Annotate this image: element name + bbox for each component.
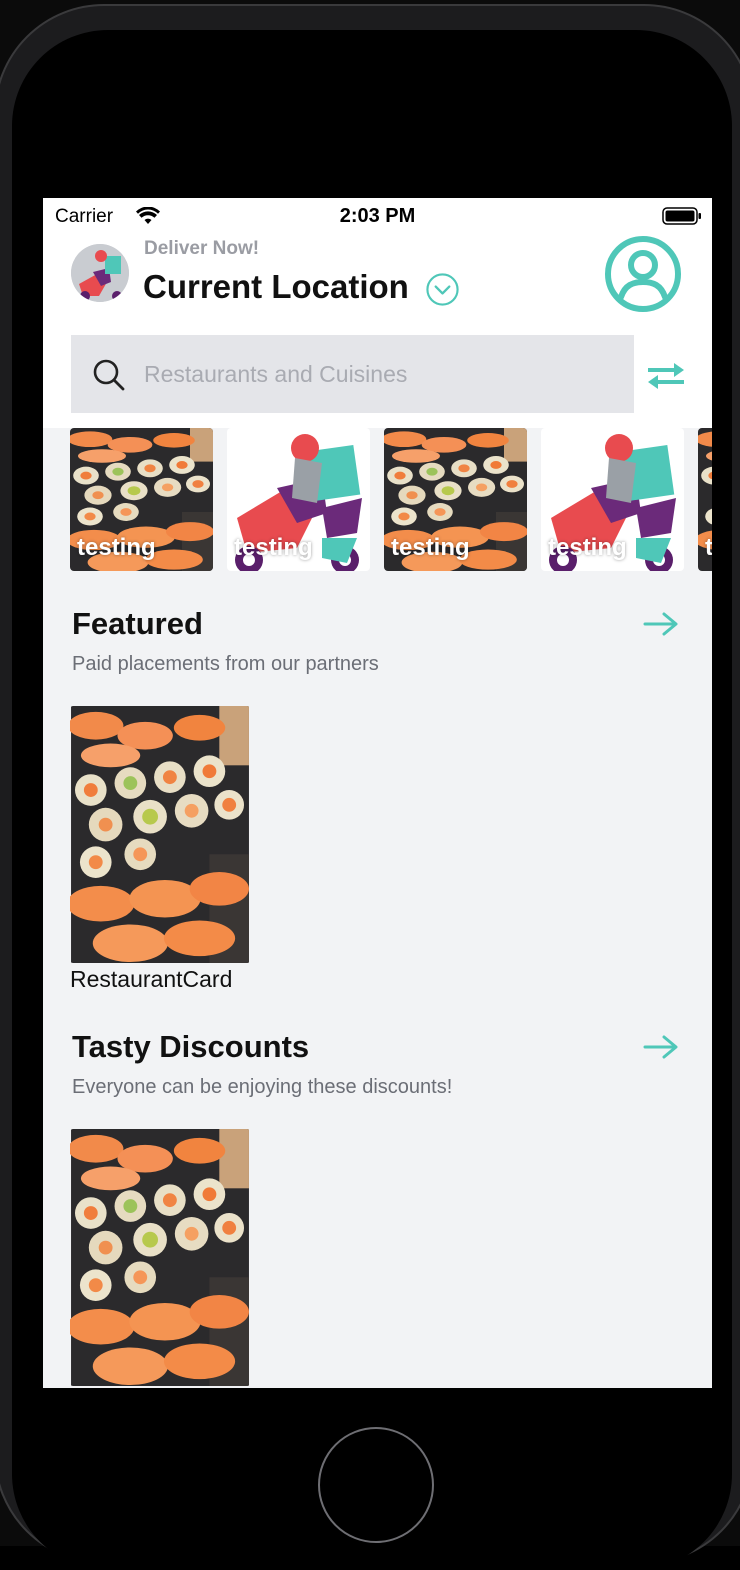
home-button[interactable] bbox=[318, 1427, 434, 1543]
battery-icon bbox=[662, 207, 701, 225]
header: Carrier 2:03 PM Deliver Now! Current Loc… bbox=[43, 198, 712, 428]
promo-tile[interactable]: testing bbox=[227, 428, 370, 571]
section-title-discounts: Tasty Discounts bbox=[72, 1029, 310, 1064]
promo-carousel[interactable]: testing testing testing testing testing bbox=[70, 428, 712, 572]
section-title-featured: Featured bbox=[72, 606, 203, 641]
status-bar: Carrier 2:03 PM bbox=[43, 198, 712, 234]
promo-tile-label: testing bbox=[548, 534, 627, 561]
search-input[interactable]: Restaurants and Cuisines bbox=[71, 335, 634, 413]
section-subtitle-featured: Paid placements from our partners bbox=[72, 653, 379, 675]
swap-icon[interactable] bbox=[646, 361, 686, 391]
promo-tile-label: testing bbox=[391, 534, 470, 561]
section-subtitle-discounts: Everyone can be enjoying these discounts… bbox=[72, 1076, 453, 1098]
promo-tile[interactable]: testing bbox=[698, 428, 712, 571]
restaurant-card-image[interactable] bbox=[70, 706, 250, 963]
promo-tile[interactable]: testing bbox=[384, 428, 527, 571]
current-location-label[interactable]: Current Location bbox=[143, 268, 409, 306]
promo-tile[interactable]: testing bbox=[541, 428, 684, 571]
status-time: 2:03 PM bbox=[339, 205, 416, 227]
profile-icon[interactable] bbox=[603, 234, 683, 314]
arrow-right-icon[interactable] bbox=[643, 1034, 679, 1060]
app-screen: Carrier 2:03 PM Deliver Now! Current Loc… bbox=[43, 198, 712, 1388]
deliver-mode-label: Deliver Now! bbox=[144, 238, 260, 259]
promo-tile-label: testing bbox=[77, 534, 156, 561]
chevron-down-icon[interactable] bbox=[425, 272, 460, 307]
brand-logo bbox=[71, 244, 129, 302]
promo-tile-label: testing bbox=[705, 534, 712, 561]
search-placeholder: Restaurants and Cuisines bbox=[144, 361, 408, 387]
arrow-right-icon[interactable] bbox=[643, 611, 679, 637]
restaurant-card-image[interactable] bbox=[70, 1129, 250, 1386]
promo-tile-label: testing bbox=[234, 534, 313, 561]
search-icon bbox=[93, 359, 125, 391]
restaurant-card-name[interactable]: RestaurantCard bbox=[70, 966, 232, 993]
promo-tile[interactable]: testing bbox=[70, 428, 213, 571]
